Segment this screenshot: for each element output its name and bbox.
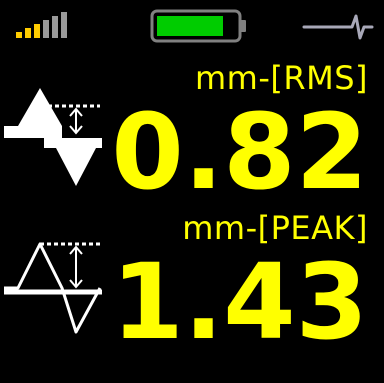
peak-waveform-icon [4,242,102,334]
signal-bar [52,16,58,38]
vibration-meter-screen: mm-[RMS] 0.82 mm-[PEAK] 1.43 [0,0,384,383]
signal-strength-icon [16,10,90,38]
rms-value: 0.82 [111,91,368,213]
signal-bar [16,32,22,38]
signal-bar [43,20,49,38]
signal-bar [61,12,67,38]
signal-bar [25,28,31,38]
battery-terminal [240,20,246,32]
battery-icon [150,9,246,43]
signal-bar [34,24,40,38]
rms-waveform-icon [4,88,102,186]
peak-value: 1.43 [111,241,368,363]
battery-fill [157,16,223,36]
waveform-trace-icon [302,14,374,40]
